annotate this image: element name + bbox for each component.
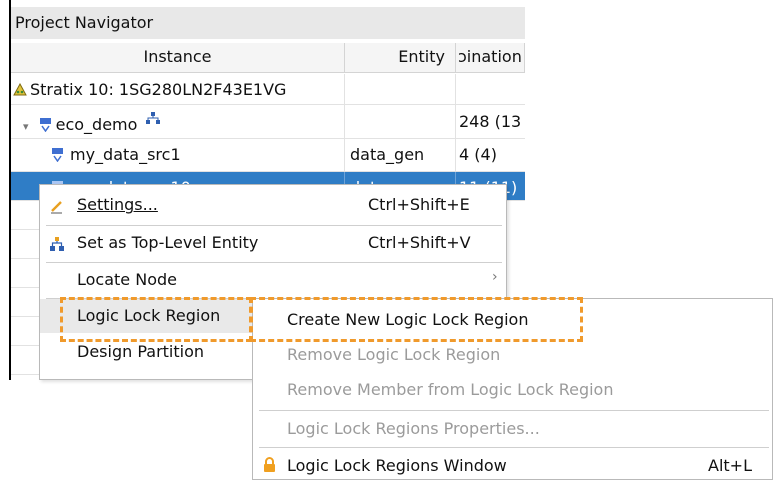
column-header-entity[interactable]: Entity bbox=[345, 43, 456, 73]
row-entity-cell bbox=[345, 74, 456, 104]
submenu-item-remove-member[interactable]: Remove Member from Logic Lock Region bbox=[253, 372, 772, 407]
row-combinational-cell bbox=[456, 74, 525, 104]
row-instance-label: eco_demo bbox=[55, 115, 138, 134]
row-combinational-cell: 248 (13 bbox=[459, 112, 522, 131]
menu-item-shortcut: Ctrl+Shift+V bbox=[368, 233, 471, 252]
empty-row bbox=[11, 259, 39, 288]
hierarchy-icon bbox=[52, 148, 63, 163]
hierarchy-icon bbox=[39, 118, 51, 133]
row-instance-label: Stratix 10: 1SG280LN2F43E1VG bbox=[30, 80, 287, 99]
menu-item-settings[interactable]: Settings... Ctrl+Shift+E bbox=[40, 188, 506, 222]
column-header-combinational[interactable]: ɔination bbox=[456, 43, 525, 73]
row-entity-cell: data_gen bbox=[345, 139, 456, 171]
lock-icon bbox=[264, 457, 275, 472]
expand-chevron-icon[interactable]: ▾ bbox=[23, 120, 29, 133]
menu-item-label: Locate Node bbox=[77, 270, 177, 289]
table-row-eco-demo[interactable]: ▾ eco_demo 248 (13 bbox=[11, 105, 525, 139]
row-combinational-cell: 4 (4) bbox=[459, 145, 497, 164]
empty-row bbox=[11, 288, 39, 317]
empty-row bbox=[11, 201, 39, 230]
menu-item-shortcut: Ctrl+Shift+E bbox=[368, 195, 470, 214]
table-row-device[interactable]: Stratix 10: 1SG280LN2F43E1VG bbox=[11, 74, 525, 105]
row-entity-cell bbox=[345, 105, 456, 138]
submenu-item-shortcut: Alt+L bbox=[708, 456, 752, 475]
row-instance-label: my_data_src1 bbox=[70, 145, 181, 164]
empty-row bbox=[11, 230, 39, 259]
submenu-item-region-properties[interactable]: Logic Lock Regions Properties... bbox=[253, 411, 772, 446]
column-header-instance[interactable]: Instance bbox=[11, 43, 345, 73]
hierarchy-top-icon bbox=[50, 237, 64, 251]
highlight-box-create-new-region bbox=[250, 297, 583, 342]
menu-item-set-top-level[interactable]: Set as Top-Level Entity Ctrl+Shift+V bbox=[40, 226, 506, 260]
submenu-item-label: Remove Logic Lock Region bbox=[287, 345, 501, 364]
highlight-box-logic-lock-region bbox=[60, 297, 252, 342]
submenu-arrow-icon: › bbox=[492, 269, 498, 285]
submenu-item-remove-region[interactable]: Remove Logic Lock Region bbox=[253, 337, 772, 372]
menu-item-label: Set as Top-Level Entity bbox=[77, 233, 259, 252]
submenu-item-regions-window[interactable]: Logic Lock Regions Window Alt+L bbox=[253, 448, 772, 483]
top-level-entity-icon bbox=[145, 112, 160, 124]
warning-triangle-icon bbox=[13, 82, 27, 96]
menu-item-label: Settings... bbox=[77, 195, 158, 214]
empty-row bbox=[11, 317, 39, 346]
empty-row bbox=[11, 346, 39, 375]
settings-pencil-icon bbox=[51, 201, 62, 214]
submenu-item-label: Logic Lock Regions Properties... bbox=[287, 419, 540, 438]
table-row-my-data-src1[interactable]: my_data_src1 data_gen 4 (4) bbox=[11, 139, 525, 172]
menu-item-locate-node[interactable]: Locate Node › bbox=[40, 263, 506, 297]
panel-title: Project Navigator bbox=[11, 7, 525, 39]
submenu-item-label: Logic Lock Regions Window bbox=[287, 456, 507, 475]
menu-item-label: Design Partition bbox=[77, 342, 205, 361]
submenu-item-label: Remove Member from Logic Lock Region bbox=[287, 380, 614, 399]
